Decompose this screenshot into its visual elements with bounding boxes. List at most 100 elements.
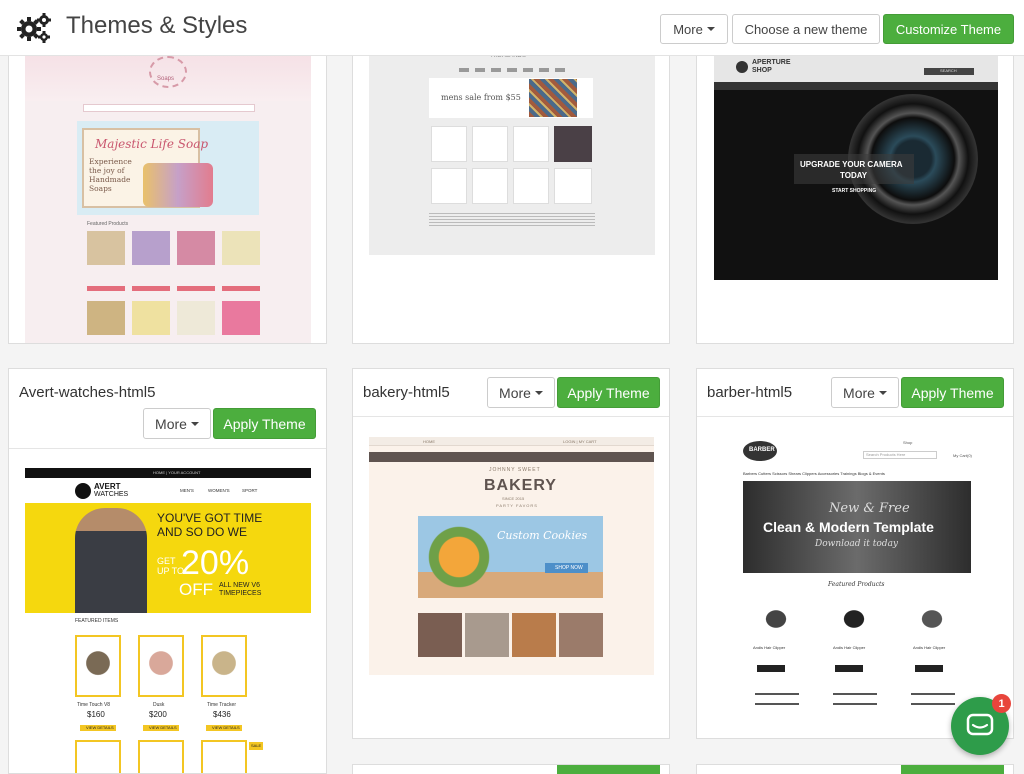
- soap-product-8: [222, 301, 260, 335]
- theme-card-partial-1: [352, 764, 670, 774]
- soap-product-6: [132, 301, 170, 335]
- soap-product-1: [87, 231, 125, 265]
- partial-apply-button[interactable]: [901, 765, 1004, 774]
- soap-hero-text: Experience the joy of Handmade Soaps: [89, 157, 132, 193]
- avert-hero-upto: UP TO: [157, 566, 185, 576]
- theme-more-button[interactable]: More: [487, 377, 555, 408]
- theme-preview-soaps[interactable]: Soaps Majestic Life Soap Experience the …: [25, 41, 311, 343]
- avert-hero-man: [75, 508, 147, 613]
- highlands-item-3: [513, 126, 549, 162]
- more-label: More: [499, 384, 531, 401]
- bakery-item-3: [512, 613, 556, 657]
- soap-product-7: [177, 301, 215, 335]
- theme-more-button[interactable]: More: [143, 408, 211, 439]
- bakery-hero-button-label: SHOP NOW: [555, 565, 583, 571]
- barber-cart-btn-1: [757, 665, 785, 672]
- theme-name: Avert-watches-html5: [19, 384, 156, 401]
- avert-topbar-text: HOME | YOUR ACCOUNT: [153, 470, 201, 475]
- bakery-item-1: [418, 613, 462, 657]
- aperture-logo-1: APERTURE: [752, 59, 791, 66]
- bakery-topnav: HOME: [423, 439, 435, 444]
- barber-nav: Barbers Cutters Scissors Shears Clippers…: [743, 471, 885, 476]
- theme-preview-avert[interactable]: HOME | YOUR ACCOUNT AVERT WATCHES MEN'S …: [25, 468, 311, 773]
- avert-product-2: [138, 635, 184, 697]
- highlands-item-2: [472, 126, 508, 162]
- aperture-hero-1: UPGRADE YOUR CAMERA: [800, 160, 903, 169]
- customize-theme-button[interactable]: Customize Theme: [883, 14, 1014, 44]
- aperture-logo-icon: [736, 61, 748, 73]
- aperture-logo-2: SHOP: [752, 67, 772, 74]
- bakery-topbar: [369, 437, 654, 446]
- highlands-nav: [459, 68, 569, 72]
- avert-sale-label: SALE: [251, 743, 262, 748]
- highlands-item-5: [431, 168, 467, 204]
- bakery-brand-sub: SINCE 2015: [502, 496, 525, 501]
- page-title: Themes & Styles: [66, 12, 248, 39]
- bakery-hero-basket: [424, 522, 494, 592]
- barber-product-name-2: Andis Hair Clipper: [833, 645, 866, 650]
- aperture-search-label: SEARCH: [940, 68, 957, 73]
- theme-more-button[interactable]: More: [831, 377, 899, 408]
- highlands-item-6: [472, 168, 508, 204]
- avert-product-6: [201, 740, 247, 773]
- aperture-nav: [714, 82, 998, 90]
- avert-product-name-3: Time Tracker: [207, 702, 236, 708]
- barber-hero-2: Clean & Modern Template: [763, 519, 934, 535]
- choose-new-theme-label: Choose a new theme: [744, 21, 868, 37]
- barber-hero-3: Download it today: [815, 539, 899, 549]
- theme-name: barber-html5: [707, 384, 793, 401]
- barber-cart: My Cart(0): [953, 453, 972, 458]
- apply-theme-button[interactable]: Apply Theme: [213, 408, 316, 439]
- bakery-hero-title: Custom Cookies: [497, 529, 588, 542]
- barber-scissor-1: [755, 693, 799, 705]
- avert-logo-1: AVERT: [94, 482, 121, 491]
- avert-product-1: [75, 635, 121, 697]
- apply-theme-button[interactable]: Apply Theme: [901, 377, 1004, 408]
- chat-notification-badge: 1: [992, 694, 1011, 713]
- theme-name: bakery-html5: [363, 384, 450, 401]
- customize-theme-label: Customize Theme: [895, 21, 1002, 37]
- apply-theme-label: Apply Theme: [567, 384, 650, 401]
- avert-product-name-2: Dusk: [153, 702, 165, 708]
- highlands-item-4: [554, 126, 592, 162]
- choose-new-theme-button[interactable]: Choose a new theme: [732, 14, 880, 44]
- theme-preview-bakery[interactable]: HOME LOGIN | MY CART JOHNNY SWEET BAKERY…: [369, 437, 654, 675]
- avert-logo-icon: [75, 483, 91, 499]
- caret-down-icon: [706, 27, 715, 31]
- theme-preview-highlands[interactable]: HIGHLANDS mens sale from $55: [369, 41, 655, 255]
- avert-hero-get: GET: [157, 556, 176, 566]
- apply-theme-label: Apply Theme: [911, 384, 994, 401]
- theme-preview-barber[interactable]: BARBER Shop Search Products Here My Cart…: [713, 437, 998, 738]
- barber-product-2: [831, 599, 877, 639]
- avert-nav-2: WOMEN'S: [208, 488, 230, 493]
- aperture-cta: START SHOPPING: [832, 188, 877, 194]
- theme-card-avert: Avert-watches-html5 More Apply Theme HOM…: [8, 368, 327, 774]
- more-label: More: [843, 384, 875, 401]
- theme-card-bakery: bakery-html5 More Apply Theme HOME LOGIN…: [352, 368, 670, 739]
- more-dropdown-button[interactable]: More: [660, 14, 728, 44]
- avert-product-name-1: Time Touch V8: [77, 702, 111, 708]
- caret-down-icon: [534, 390, 543, 395]
- barber-logo: BARBER: [749, 447, 775, 453]
- apply-theme-button[interactable]: Apply Theme: [557, 377, 660, 408]
- soap-product-5: [87, 301, 125, 335]
- bakery-nav: [369, 452, 654, 462]
- theme-card-barber: barber-html5 More Apply Theme BARBER Sho…: [696, 368, 1014, 739]
- soap-product-3: [177, 231, 215, 265]
- apply-theme-label: Apply Theme: [223, 415, 306, 432]
- gear-icon: [17, 13, 51, 43]
- theme-preview-aperture[interactable]: APERTURE SHOP SEARCH UPGRADE YOUR CAMERA…: [714, 54, 998, 280]
- avert-details-label-3: VIEW DETAILS: [212, 725, 240, 730]
- avert-details-label-1: VIEW DETAILS: [86, 725, 114, 730]
- theme-card-header: barber-html5 More Apply Theme: [697, 369, 1013, 417]
- partial-apply-button[interactable]: [557, 765, 660, 774]
- bakery-topright: LOGIN | MY CART: [563, 439, 597, 444]
- barber-topnav-shop: Shop: [903, 440, 913, 445]
- barber-search-text: Search Products Here: [866, 452, 906, 457]
- avert-hero-2: AND SO DO WE: [157, 525, 248, 539]
- theme-card-header: bakery-html5 More Apply Theme: [353, 369, 669, 417]
- soap-product-2: [132, 231, 170, 265]
- barber-section: Featured Products: [828, 581, 885, 588]
- theme-card-partial-2: [696, 764, 1014, 774]
- avert-hero-pct: 20%: [181, 544, 250, 582]
